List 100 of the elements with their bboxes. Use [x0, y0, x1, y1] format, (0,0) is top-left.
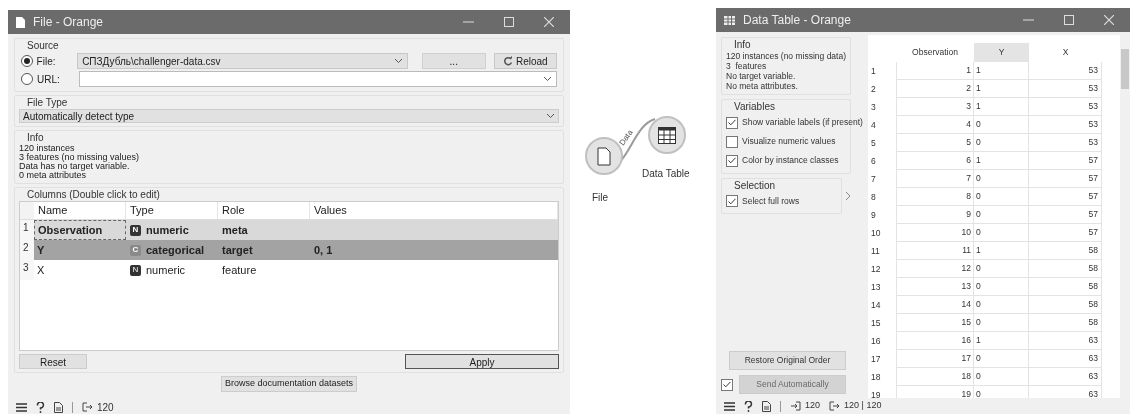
table-cell: 63 — [1029, 386, 1102, 398]
row-number: 3 — [870, 100, 877, 114]
report-icon[interactable] — [54, 401, 63, 413]
help-icon[interactable] — [744, 400, 753, 412]
output-icon — [829, 401, 841, 411]
close-icon[interactable] — [1104, 15, 1114, 25]
table-cell: 0 — [974, 278, 1029, 296]
row-number: 17 — [870, 352, 882, 366]
reload-button[interactable]: Reload — [493, 53, 557, 69]
url-field[interactable] — [79, 71, 557, 87]
table-cell: 57 — [1029, 224, 1102, 242]
table-cell: 53 — [1029, 98, 1102, 116]
radio-label: URL: — [37, 72, 61, 87]
table-cell: 0 — [974, 260, 1029, 278]
checkbox[interactable] — [726, 154, 738, 167]
maximize-icon[interactable] — [504, 17, 514, 27]
column-header[interactable]: Values — [310, 202, 558, 219]
table-cell: 0 — [974, 296, 1029, 314]
table-cell: 0 — [974, 116, 1029, 134]
row-number: 4 — [870, 118, 877, 132]
table-cell-text: target — [221, 242, 254, 258]
table-cell: 63 — [1029, 332, 1102, 350]
table-cell-text: 0, 1 — [313, 242, 334, 258]
table-cell: 3 — [896, 98, 974, 116]
column-header[interactable]: Name — [34, 202, 126, 219]
column-row[interactable]: 1 Observation N numeric meta — [20, 220, 558, 240]
check-icon — [728, 157, 736, 164]
file-path-dropdown[interactable]: СПЗДубль\challenger-data.csv — [77, 53, 409, 69]
checkbox[interactable] — [726, 195, 738, 207]
chevron-right-icon[interactable] — [845, 191, 851, 201]
table-cell: 0 — [974, 224, 1029, 242]
info-text: 120 instances (no missing data) — [726, 51, 846, 61]
table-cell: 9 — [896, 206, 974, 224]
table-cell: 0 — [974, 134, 1029, 152]
widget-node[interactable] — [648, 116, 686, 154]
table-cell: 4 — [896, 116, 974, 134]
row-number: 8 — [870, 190, 877, 204]
apply-button[interactable]: Apply — [405, 354, 559, 369]
table-cell: 11 — [896, 242, 974, 260]
table-cell: 1 — [974, 80, 1029, 98]
radio-button[interactable] — [21, 55, 33, 67]
radio-label: File: — [36, 54, 57, 69]
table-cell: 0 — [974, 368, 1029, 386]
table-cell: 17 — [896, 350, 974, 368]
table-icon — [658, 126, 676, 144]
window-title: File - Orange — [33, 14, 104, 31]
radio-button[interactable] — [21, 73, 33, 85]
reload-icon — [502, 56, 513, 66]
file-type-dropdown[interactable]: Automatically detect type — [19, 109, 559, 123]
restore-order-button[interactable]: Restore Original Order — [729, 351, 846, 370]
table-cell: 6 — [896, 152, 974, 170]
info-text: 0 meta attributes — [19, 171, 87, 180]
row-number: 1 — [870, 64, 877, 78]
chevron-down-icon — [394, 58, 404, 64]
group-label: Info — [26, 131, 45, 144]
checkbox-label: Show variable labels (if present) — [742, 116, 863, 129]
table-cell: 63 — [1029, 350, 1102, 368]
table-cell-text: X — [36, 262, 46, 278]
checkbox[interactable] — [726, 116, 738, 129]
output-count: 120 | 120 — [844, 399, 882, 413]
help-icon[interactable] — [36, 401, 45, 413]
column-row[interactable]: 2 Y C categorical target 0, 1 — [20, 240, 558, 260]
table-cell: 53 — [1029, 80, 1102, 98]
close-icon[interactable] — [544, 17, 554, 27]
table-cell: 0 — [974, 314, 1029, 332]
table-cell: 7 — [896, 170, 974, 188]
scrollbar[interactable] — [1120, 35, 1130, 398]
column-header[interactable]: Y — [974, 43, 1029, 62]
table-cell: 14 — [896, 296, 974, 314]
table-cell: 19 — [896, 386, 974, 398]
row-number: 1 — [20, 220, 34, 240]
type-badge: N — [130, 224, 141, 236]
table-cell: 58 — [1029, 278, 1102, 296]
table-cell: 16 — [896, 332, 974, 350]
menu-icon[interactable] — [724, 401, 735, 411]
table-cell: 53 — [1029, 62, 1102, 80]
output-icon — [82, 402, 93, 412]
table-cell: 1 — [974, 332, 1029, 350]
check-icon — [723, 381, 731, 388]
reset-button[interactable]: Reset — [19, 354, 87, 369]
table-cell: 0 — [974, 170, 1029, 188]
table-cell: 57 — [1029, 206, 1102, 224]
table-cell: 53 — [1029, 134, 1102, 152]
maximize-icon[interactable] — [1064, 15, 1074, 25]
menu-icon[interactable] — [16, 402, 27, 412]
checkbox-label: Visualize numeric values — [742, 135, 836, 148]
table-cell: 2 — [896, 80, 974, 98]
checkbox[interactable] — [726, 135, 738, 148]
browse-datasets-button[interactable]: Browse documentation datasets — [220, 376, 358, 392]
report-icon[interactable] — [762, 400, 771, 412]
column-header[interactable]: Type — [126, 202, 218, 219]
table-cell-text: meta — [221, 222, 249, 238]
column-header[interactable]: X — [1029, 43, 1102, 62]
column-header[interactable]: Role — [218, 202, 310, 219]
group-label: Info — [733, 38, 752, 51]
chevron-down-icon — [543, 76, 552, 82]
check-icon — [728, 197, 736, 205]
browse-button[interactable]: ... — [422, 53, 486, 69]
column-header[interactable]: Observation — [896, 43, 974, 62]
chevron-down-icon — [546, 113, 555, 119]
